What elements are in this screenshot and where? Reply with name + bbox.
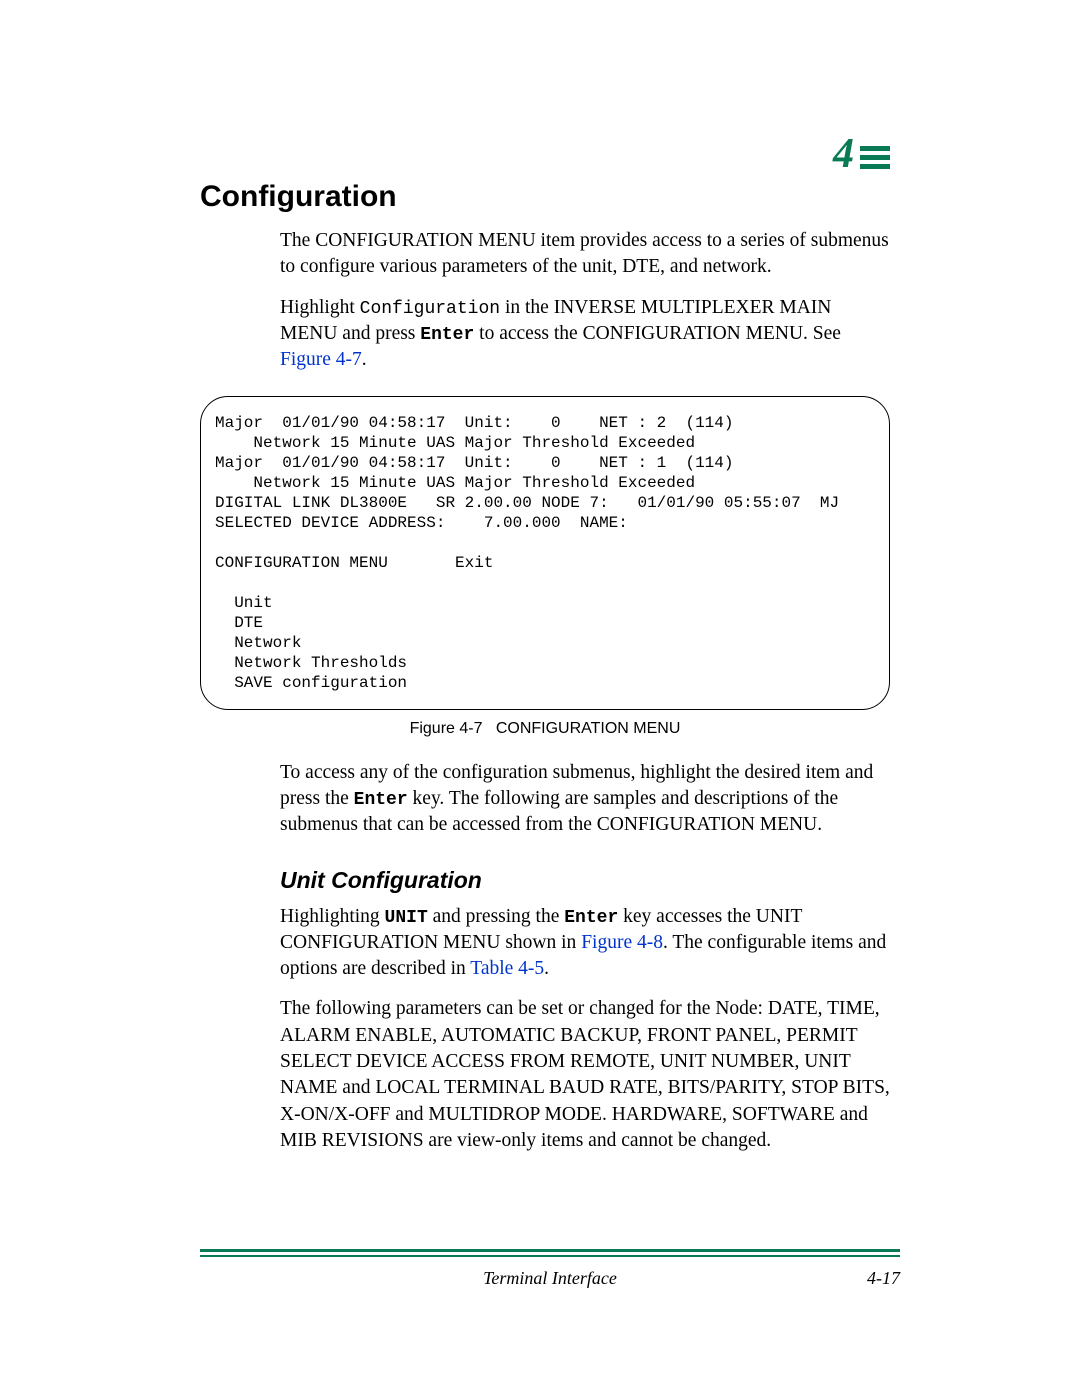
text: and pressing the <box>428 906 564 927</box>
footer: Terminal Interface 4-17 <box>200 1268 900 1289</box>
text: to access the CONFIGURATION MENU. See <box>474 323 841 344</box>
key-enter: Enter <box>420 325 474 345</box>
terminal-screenshot: Major 01/01/90 04:58:17 Unit: 0 NET : 2 … <box>200 396 890 710</box>
unit-paragraph-1: Highlighting UNIT and pressing the Enter… <box>280 904 890 983</box>
intro-paragraph-2: Highlight Configuration in the INVERSE M… <box>280 295 890 374</box>
key-enter: Enter <box>564 908 618 928</box>
link-figure-4-7[interactable]: Figure 4-7 <box>280 349 362 370</box>
subsection-title: Unit Configuration <box>280 867 890 894</box>
link-table-4-5[interactable]: Table 4-5 <box>470 958 544 979</box>
code-unit: UNIT <box>385 908 428 928</box>
figure-caption: Figure 4-7 CONFIGURATION MENU <box>200 720 890 738</box>
bars-icon <box>860 140 890 169</box>
post-figure-paragraph: To access any of the configuration subme… <box>280 760 890 839</box>
code-configuration: Configuration <box>360 299 500 319</box>
figure-label: Figure 4-7 <box>410 720 483 737</box>
chapter-number: 4 <box>833 130 854 178</box>
link-figure-4-8[interactable]: Figure 4-8 <box>581 932 663 953</box>
section-title: Configuration <box>200 180 890 214</box>
text: . <box>544 958 549 979</box>
unit-paragraph-2: The following parameters can be set or c… <box>280 996 890 1154</box>
figure-title: CONFIGURATION MENU <box>496 720 681 737</box>
chapter-marker: 4 <box>833 130 890 178</box>
post-figure-block: To access any of the configuration subme… <box>280 760 890 839</box>
text: Highlight <box>280 297 360 318</box>
footer-rule <box>200 1249 900 1257</box>
key-enter: Enter <box>354 790 408 810</box>
intro-block: The CONFIGURATION MENU item provides acc… <box>280 228 890 374</box>
text: Highlighting <box>280 906 385 927</box>
intro-paragraph-1: The CONFIGURATION MENU item provides acc… <box>280 228 890 281</box>
text: . <box>362 349 367 370</box>
unit-config-block: Highlighting UNIT and pressing the Enter… <box>280 904 890 1155</box>
footer-center: Terminal Interface <box>200 1268 900 1289</box>
